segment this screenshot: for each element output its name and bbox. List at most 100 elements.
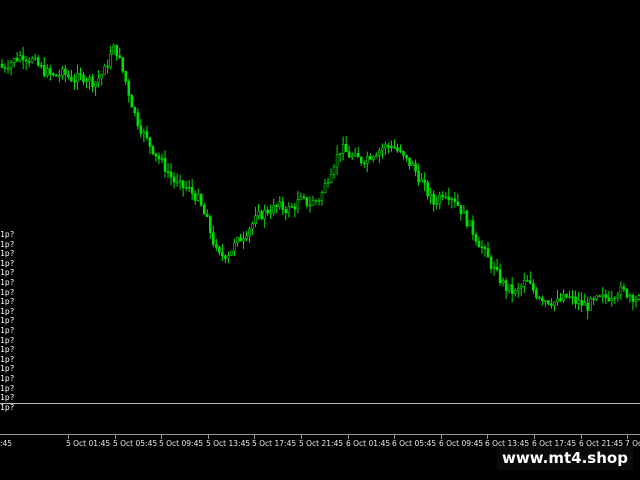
candle bbox=[124, 70, 128, 85]
candle bbox=[541, 295, 544, 306]
candle-body bbox=[384, 144, 387, 149]
candle bbox=[97, 70, 100, 88]
candle bbox=[172, 172, 176, 189]
candle-body bbox=[109, 53, 112, 68]
candle bbox=[284, 205, 288, 221]
candle bbox=[49, 64, 52, 81]
level-label: 1p? bbox=[0, 345, 15, 355]
candle-body bbox=[73, 80, 76, 83]
level-label: 1p? bbox=[0, 239, 15, 249]
candle bbox=[462, 205, 466, 215]
candle bbox=[544, 299, 547, 308]
candle-body bbox=[399, 150, 402, 153]
candle-body bbox=[70, 76, 73, 82]
candle bbox=[529, 271, 532, 285]
candle bbox=[130, 93, 134, 108]
candle-body bbox=[335, 153, 339, 168]
candle bbox=[142, 128, 146, 142]
level-label: 1p? bbox=[0, 326, 15, 335]
time-tick-label: 5 Oct 17:45 bbox=[252, 439, 297, 448]
candle-body bbox=[103, 65, 106, 75]
candle-body bbox=[290, 206, 294, 208]
candle bbox=[323, 178, 327, 194]
candle bbox=[202, 202, 206, 215]
candle-body bbox=[27, 60, 31, 63]
candle bbox=[344, 135, 348, 152]
candle-body bbox=[492, 266, 496, 269]
candle-body bbox=[429, 193, 432, 197]
candle-body bbox=[474, 234, 478, 242]
price-chart[interactable] bbox=[0, 0, 640, 452]
price-chart-canvas[interactable] bbox=[0, 0, 640, 434]
candle bbox=[109, 46, 112, 70]
candle-body bbox=[495, 266, 499, 270]
candle bbox=[616, 291, 620, 302]
candle-body bbox=[205, 213, 209, 218]
candle bbox=[516, 283, 520, 298]
horizontal-level-line[interactable] bbox=[0, 403, 640, 404]
candle-body bbox=[82, 74, 85, 83]
candle bbox=[311, 195, 315, 206]
candle bbox=[583, 293, 586, 306]
candle-body bbox=[45, 68, 49, 76]
level-label: 1p? bbox=[0, 249, 15, 259]
candle-body bbox=[124, 70, 128, 82]
time-tick-label: 6 Oct 09:45 bbox=[439, 439, 484, 448]
candle-body bbox=[230, 250, 233, 256]
candle bbox=[365, 151, 369, 173]
candle-body bbox=[142, 131, 146, 134]
candle bbox=[58, 69, 61, 83]
candle bbox=[592, 296, 595, 306]
candle bbox=[305, 197, 309, 209]
candle bbox=[115, 44, 119, 61]
candle-body bbox=[296, 199, 300, 210]
candle-body bbox=[420, 179, 423, 183]
candle bbox=[589, 296, 592, 311]
candle bbox=[160, 153, 164, 163]
candle-body bbox=[269, 212, 272, 215]
candle-body bbox=[187, 186, 191, 189]
candle bbox=[613, 296, 617, 305]
candle bbox=[227, 251, 230, 264]
candle bbox=[453, 192, 457, 208]
candle-body bbox=[326, 182, 330, 184]
candle bbox=[184, 181, 188, 192]
candle bbox=[169, 163, 173, 186]
candle-body bbox=[498, 269, 502, 284]
candle bbox=[483, 244, 487, 257]
candle bbox=[577, 292, 580, 311]
candle-body bbox=[272, 204, 275, 214]
candle-body bbox=[151, 145, 155, 155]
candle-body bbox=[453, 198, 457, 202]
candle bbox=[595, 294, 599, 302]
candle bbox=[64, 64, 67, 83]
candle bbox=[118, 47, 122, 59]
candle-body bbox=[390, 145, 393, 148]
candle-body bbox=[299, 196, 303, 200]
candle bbox=[628, 292, 632, 303]
candle-body bbox=[477, 240, 481, 248]
candle-body bbox=[522, 280, 526, 287]
candle-body bbox=[3, 67, 7, 69]
candle bbox=[574, 290, 577, 309]
candle-body bbox=[353, 153, 357, 157]
candle-body bbox=[405, 155, 408, 159]
candle bbox=[408, 157, 411, 170]
candle-body bbox=[263, 209, 266, 220]
candle bbox=[70, 69, 73, 83]
level-label: 1p? bbox=[0, 278, 15, 287]
candle bbox=[359, 156, 363, 166]
candle-body bbox=[79, 73, 82, 76]
candle-body bbox=[196, 194, 200, 201]
candle bbox=[121, 57, 125, 74]
time-tick-label: 5 Oct 13:45 bbox=[206, 439, 251, 448]
candle-body bbox=[121, 57, 125, 72]
candle-body bbox=[329, 173, 333, 183]
candle bbox=[387, 142, 390, 154]
level-label: 1p? bbox=[0, 364, 15, 374]
candle-body bbox=[483, 247, 487, 249]
candle-body bbox=[486, 248, 490, 258]
candle-body bbox=[465, 210, 469, 227]
candle bbox=[426, 179, 429, 200]
level-label: 1p? bbox=[0, 258, 15, 268]
